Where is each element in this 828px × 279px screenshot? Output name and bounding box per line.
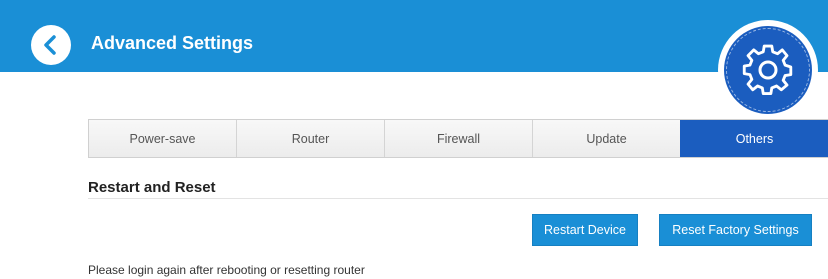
header-bar: Advanced Settings bbox=[0, 0, 828, 72]
settings-badge bbox=[718, 20, 818, 120]
tab-others[interactable]: Others bbox=[680, 120, 828, 157]
tab-firewall[interactable]: Firewall bbox=[384, 120, 532, 157]
section-divider bbox=[88, 198, 828, 199]
tab-router[interactable]: Router bbox=[236, 120, 384, 157]
info-note: Please login again after rebooting or re… bbox=[88, 263, 365, 277]
restart-device-button[interactable]: Restart Device bbox=[532, 214, 638, 246]
tab-power-save[interactable]: Power-save bbox=[88, 120, 236, 157]
section-title: Restart and Reset bbox=[88, 179, 216, 196]
settings-tabs: Power-save Router Firewall Update Others bbox=[88, 119, 828, 158]
back-button[interactable] bbox=[31, 25, 71, 65]
reset-factory-settings-button[interactable]: Reset Factory Settings bbox=[659, 214, 812, 246]
gear-icon bbox=[742, 44, 793, 96]
tab-update[interactable]: Update bbox=[532, 120, 680, 157]
settings-disc bbox=[724, 26, 812, 114]
page-title: Advanced Settings bbox=[91, 33, 254, 53]
chevron-left-icon bbox=[44, 35, 56, 55]
